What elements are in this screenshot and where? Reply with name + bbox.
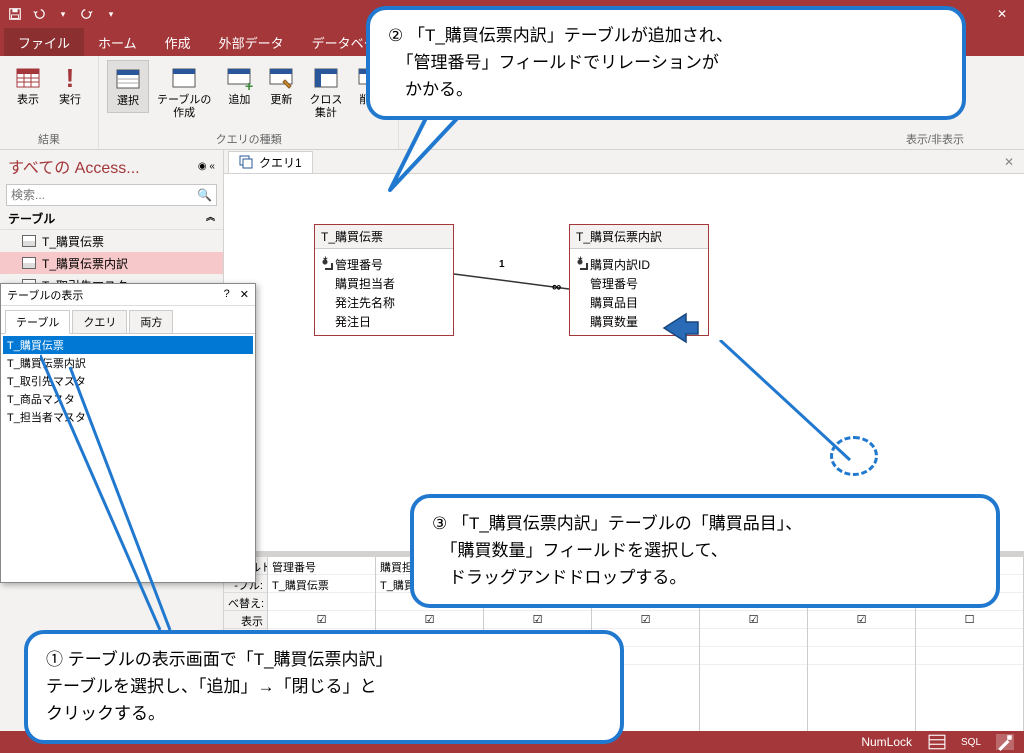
table-icon — [22, 235, 36, 247]
nav-item[interactable]: T_購買伝票内訳 — [0, 252, 223, 274]
select-label: 選択 — [117, 95, 139, 108]
field-row[interactable]: 購買担当者 — [319, 274, 449, 293]
append-icon: + — [225, 64, 253, 92]
close-tab-icon[interactable]: ✕ — [1004, 155, 1014, 169]
design-view-icon[interactable] — [996, 734, 1014, 750]
nav-title: すべての Access... — [8, 154, 140, 178]
callout-tail-2 — [370, 110, 490, 210]
dialog-tabs: テーブル クエリ 両方 — [1, 306, 255, 334]
chevron-down-icon[interactable]: ▾ — [56, 7, 70, 21]
qat-more-icon[interactable]: ▾ — [104, 7, 118, 21]
tab-create[interactable]: 作成 — [151, 28, 205, 56]
field-row[interactable]: 管理番号 — [574, 274, 704, 293]
tab-tables[interactable]: テーブル — [5, 310, 70, 334]
group-querytype-label: クエリの種類 — [107, 129, 390, 149]
update-label: 更新 — [270, 94, 292, 107]
annotation-callout-1: ① テーブルの表示画面で「T_購買伝票内訳」 テーブルを選択し、「追加」→「閉じ… — [24, 630, 624, 744]
undo-icon[interactable] — [32, 7, 46, 21]
tab-home[interactable]: ホーム — [84, 28, 151, 56]
tab-external[interactable]: 外部データ — [205, 28, 298, 56]
annotation-line — [700, 340, 900, 500]
numlock-indicator: NumLock — [861, 735, 912, 749]
callout-text: ② 「T_購買伝票内訳」テーブルが追加され、 「管理番号」フィールドでリレーショ… — [388, 22, 944, 104]
maketable-button[interactable]: テーブルの 作成 — [151, 60, 217, 124]
update-button[interactable]: 更新 — [261, 60, 301, 111]
query-icon — [239, 155, 253, 169]
tab-queries[interactable]: クエリ — [72, 310, 127, 333]
group-showhide-label: 表示/非表示 — [906, 129, 964, 149]
group-results-label: 結果 — [8, 129, 90, 149]
table-box-header[interactable]: T_購買伝票 管理番号 購買担当者 発注先名称 発注日 — [314, 224, 454, 336]
svg-text:+: + — [245, 78, 253, 92]
field-row[interactable]: 購買品目 — [574, 293, 704, 312]
table-icon — [22, 257, 36, 269]
append-label: 追加 — [228, 94, 250, 107]
select-query-button[interactable]: 選択 — [107, 60, 149, 113]
append-button[interactable]: + 追加 — [219, 60, 259, 111]
run-icon: ! — [56, 64, 84, 92]
view-label: 表示 — [17, 94, 39, 107]
query-tab-label: クエリ1 — [259, 154, 302, 171]
search-icon[interactable]: 🔍 — [197, 188, 212, 202]
crosstab-icon — [312, 64, 340, 92]
join-cardinality-one: 1 — [499, 259, 505, 270]
close-button[interactable]: ✕ — [980, 0, 1024, 28]
maketable-icon — [170, 64, 198, 92]
annotation-callout-3: ③ 「T_購買伝票内訳」テーブルの「購買品目」、 「購買数量」フィールドを選択し… — [410, 494, 1000, 608]
save-icon[interactable] — [8, 7, 22, 21]
annotation-callout-2: ② 「T_購買伝票内訳」テーブルが追加され、 「管理番号」フィールドでリレーショ… — [366, 6, 966, 120]
query-tab[interactable]: クエリ1 — [228, 151, 313, 173]
join-cardinality-many: ∞ — [552, 279, 561, 294]
datasheet-view-icon[interactable] — [928, 734, 946, 750]
nav-section-tables[interactable]: テーブル ︽ — [0, 208, 223, 230]
document-tabs: クエリ1 ✕ — [224, 150, 1024, 174]
tab-both[interactable]: 両方 — [129, 310, 173, 333]
annotation-line — [40, 345, 240, 635]
collapse-icon[interactable]: ︽ — [206, 210, 215, 227]
table-icon — [114, 65, 142, 93]
tab-file[interactable]: ファイル — [4, 28, 84, 56]
nav-item[interactable]: T_購買伝票 — [0, 230, 223, 252]
table-header: T_購買伝票 — [315, 225, 453, 249]
nav-collapse-icon[interactable]: ◉ « — [198, 161, 215, 172]
view-button[interactable]: 表示 — [8, 60, 48, 111]
field-row[interactable]: 発注日 — [319, 312, 449, 331]
run-label: 実行 — [59, 94, 81, 107]
callout-text: ① テーブルの表示画面で「T_購買伝票内訳」 テーブルを選択し、「追加」→「閉じ… — [46, 646, 602, 728]
help-icon[interactable]: ? — [224, 288, 230, 301]
redo-icon[interactable] — [80, 7, 94, 21]
run-button[interactable]: ! 実行 — [50, 60, 90, 111]
dialog-title: テーブルの表示 — [7, 287, 83, 303]
field-row[interactable]: 発注先名称 — [319, 293, 449, 312]
field-row[interactable]: 管理番号 — [319, 255, 449, 274]
callout-text: ③ 「T_購買伝票内訳」テーブルの「購買品目」、 「購買数量」フィールドを選択し… — [432, 510, 978, 592]
crosstab-label: クロス 集計 — [309, 94, 342, 120]
cursor-arrow-icon — [662, 312, 700, 349]
table-header: T_購買伝票内訳 — [570, 225, 708, 249]
sql-view-icon[interactable]: SQL — [962, 734, 980, 750]
update-icon — [267, 64, 295, 92]
crosstab-button[interactable]: クロス 集計 — [303, 60, 348, 124]
field-row[interactable]: 購買内訳ID — [574, 255, 704, 274]
datasheet-icon — [14, 64, 42, 92]
close-icon[interactable]: ✕ — [240, 288, 249, 301]
search-field[interactable] — [11, 188, 197, 202]
search-input[interactable]: 🔍 — [6, 184, 217, 206]
dialog-titlebar[interactable]: テーブルの表示 ? ✕ — [1, 284, 255, 306]
maketable-label: テーブルの 作成 — [157, 94, 211, 120]
